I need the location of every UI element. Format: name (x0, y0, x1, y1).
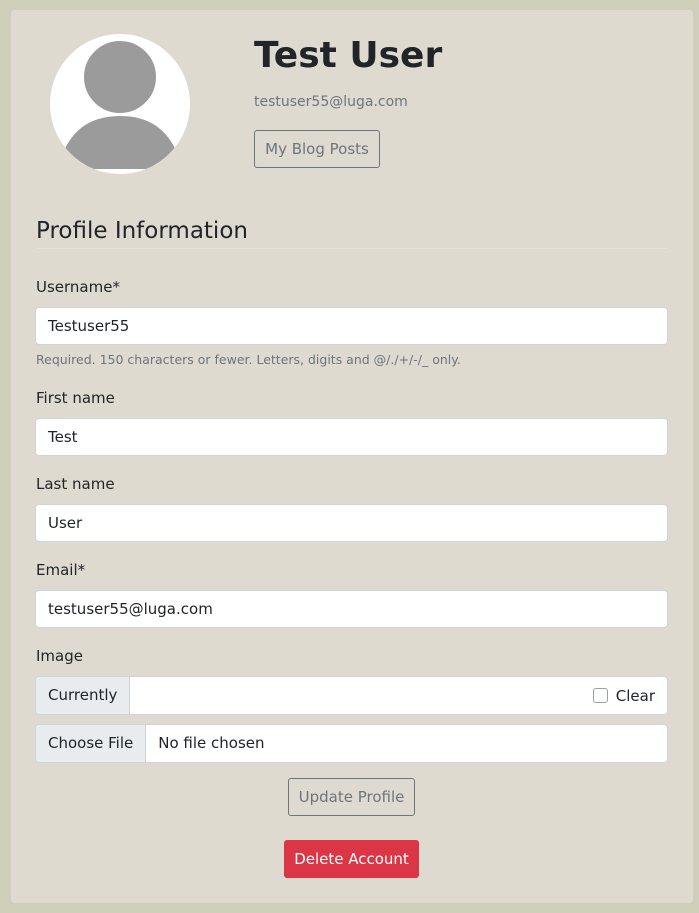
choose-file-button[interactable]: Choose File (36, 725, 147, 762)
currently-addon: Currently (36, 677, 131, 714)
update-profile-button[interactable]: Update Profile (288, 778, 415, 816)
email-label: Email* (36, 561, 86, 579)
my-blog-posts-button[interactable]: My Blog Posts (254, 130, 380, 168)
first-name-field[interactable]: Test (35, 418, 668, 456)
profile-card: Test User testuser55@luga.com My Blog Po… (11, 10, 693, 903)
profile-email: testuser55@luga.com (254, 94, 408, 110)
delete-account-button[interactable]: Delete Account (284, 840, 419, 878)
section-divider (36, 248, 668, 249)
clear-image-control[interactable]: Clear (592, 677, 655, 714)
clear-image-checkbox[interactable] (592, 688, 608, 703)
file-status-text: No file chosen (158, 734, 265, 752)
email-field[interactable]: testuser55@luga.com (35, 590, 668, 628)
first-name-label: First name (36, 389, 115, 407)
image-label: Image (36, 647, 83, 665)
image-file-input[interactable]: Choose File No file chosen (35, 724, 668, 763)
username-help-text: Required. 150 characters or fewer. Lette… (36, 352, 461, 367)
last-name-label: Last name (36, 475, 115, 493)
username-field[interactable]: Testuser55 (35, 307, 668, 345)
section-title: Profile Information (36, 218, 248, 244)
current-image-group: Currently Clear (35, 676, 668, 715)
profile-name: Test User (254, 35, 443, 76)
last-name-field[interactable]: User (35, 504, 668, 542)
username-label: Username* (36, 278, 120, 296)
clear-image-label: Clear (615, 686, 655, 705)
user-silhouette-icon (50, 34, 190, 174)
avatar (50, 34, 190, 174)
current-image-value: Clear (130, 677, 667, 714)
